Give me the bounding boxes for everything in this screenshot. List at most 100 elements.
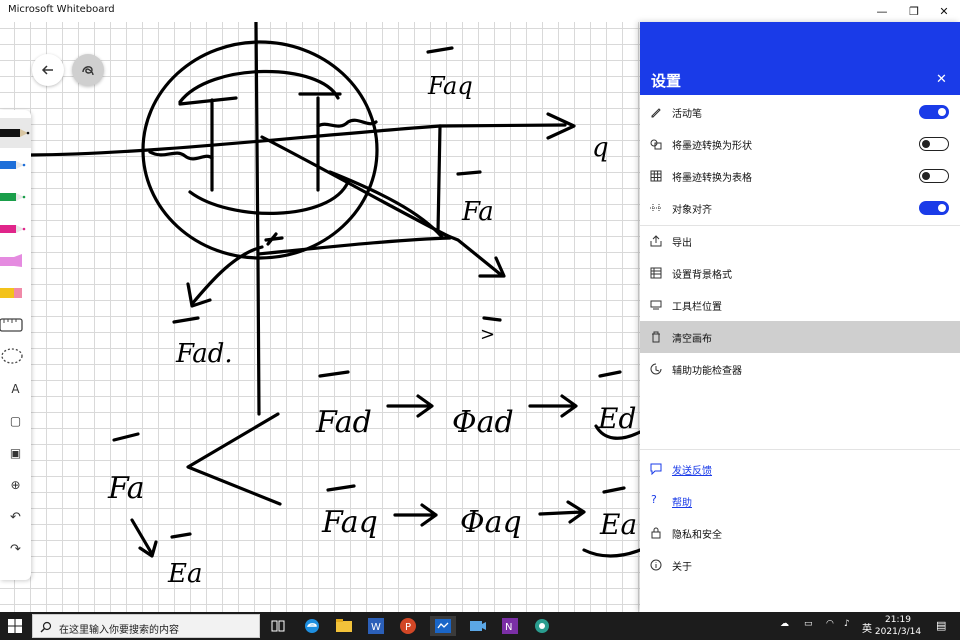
lasso-tool[interactable]	[0, 342, 31, 372]
setting-label: 将墨迹转换为形状	[672, 140, 752, 152]
onenote-app[interactable]: N	[500, 616, 520, 636]
undo-tool[interactable]: ↶	[0, 502, 31, 532]
maximize-button[interactable]: ❐	[898, 0, 930, 22]
ink-small-center	[264, 232, 284, 246]
ink-overbar-4	[326, 484, 356, 492]
capture-app[interactable]	[532, 616, 552, 636]
ink-vertical-axis	[254, 22, 261, 416]
network-tray-icon[interactable]: ▭	[804, 619, 813, 629]
black-pen-tool[interactable]	[0, 118, 31, 148]
clock-time: 21:19	[885, 615, 911, 625]
setting-clear-canvas[interactable]: 清空画布	[640, 321, 960, 353]
word-app[interactable]: W	[366, 616, 386, 636]
ink-to-table-toggle[interactable]	[919, 169, 949, 183]
settings-header: 设置 ✕	[640, 22, 960, 95]
ink-overbar-9	[602, 486, 626, 494]
pink-pen-tool[interactable]	[0, 214, 31, 244]
notification-center-icon[interactable]: ▤	[936, 619, 946, 632]
image-tool[interactable]: ▣	[0, 438, 31, 468]
back-arrow-icon	[41, 65, 53, 75]
volume-tray-icon[interactable]: ♪	[844, 619, 850, 629]
settings-panel: 设置 ✕ 活动笔 将墨迹转换为形状 将墨迹转换为表格 对象对齐 导出 设置背景格…	[640, 22, 960, 612]
setting-feedback[interactable]: 发送反馈	[640, 453, 960, 485]
highlighter-tool[interactable]	[0, 246, 31, 276]
ink-label-faq2: Faq	[321, 505, 378, 540]
clock-date: 2021/3/14	[874, 627, 922, 637]
text-tool[interactable]: A	[0, 374, 31, 404]
setting-snap[interactable]: 对象对齐	[640, 192, 960, 224]
setting-label: 对象对齐	[672, 204, 712, 216]
setting-active-pen[interactable]: 活动笔	[640, 96, 960, 128]
taskbar-search-box[interactable]: 在这里输入你要搜索的内容	[32, 614, 260, 638]
powerpoint-icon: P	[400, 618, 416, 634]
taskbar: 在这里输入你要搜索的内容 W P N ☁ ▭ ◠ ♪ 英 21:19 2021/…	[0, 612, 960, 640]
whiteboard-canvas[interactable]: Faq Fa Fad. q Fad Φad Ed Fa Faq Φaq Ea E…	[0, 22, 640, 612]
help-link[interactable]: 帮助	[672, 494, 692, 509]
input-language[interactable]: 英	[862, 620, 872, 635]
back-button[interactable]	[32, 54, 64, 86]
sticky-note-tool[interactable]: ▢	[0, 406, 31, 436]
snap-toggle[interactable]	[919, 201, 949, 215]
ink-label-fa: Fa	[461, 197, 494, 227]
lasso-icon	[1, 348, 23, 364]
feedback-link[interactable]: 发送反馈	[672, 462, 712, 477]
setting-ink-to-shape[interactable]: 将墨迹转换为形状	[640, 128, 960, 160]
window-title: Microsoft Whiteboard	[8, 4, 115, 15]
setting-export[interactable]: 导出	[640, 225, 960, 257]
cloud-tray-icon[interactable]: ☁	[780, 619, 789, 629]
whiteboard-app[interactable]	[430, 616, 456, 636]
ink-rotor-bottom	[188, 180, 350, 215]
ink-to-shape-toggle[interactable]	[919, 137, 949, 151]
settings-close-button[interactable]: ✕	[936, 72, 947, 87]
file-explorer-app[interactable]	[334, 616, 354, 636]
setting-about[interactable]: 关于	[640, 549, 960, 581]
green-pen-tool[interactable]	[0, 182, 31, 212]
ink-tools-button[interactable]	[72, 54, 104, 86]
ink-label-q: q	[592, 133, 609, 163]
ink-overbar-8	[598, 370, 622, 378]
close-button[interactable]: ✕	[928, 0, 960, 22]
edge-app[interactable]	[302, 616, 322, 636]
eraser-tool[interactable]	[0, 278, 31, 308]
setting-toolbar-position[interactable]: 工具栏位置	[640, 289, 960, 321]
wifi-tray-icon[interactable]: ◠	[826, 619, 834, 629]
ink-rotor-circle	[141, 40, 379, 260]
blue-pen-tool[interactable]	[0, 150, 31, 180]
feedback-icon	[650, 463, 662, 475]
add-tool[interactable]: ⊕	[0, 470, 31, 500]
taskbar-clock[interactable]: 21:19 2021/3/14	[872, 614, 924, 638]
setting-label: 工具栏位置	[672, 301, 722, 313]
ink-label-faq: Faq	[427, 72, 473, 100]
accessibility-icon	[650, 363, 662, 375]
minimize-button[interactable]: —	[866, 0, 898, 22]
setting-background[interactable]: 设置背景格式	[640, 257, 960, 289]
setting-ink-to-table[interactable]: 将墨迹转换为表格	[640, 160, 960, 192]
ink-center-to-fa	[256, 236, 452, 256]
eraser-icon	[0, 288, 22, 298]
settings-divider	[640, 449, 960, 450]
ink-fad-arrow	[190, 245, 264, 306]
ink-label-fad2: Fad	[315, 405, 372, 440]
ruler-tool[interactable]	[0, 310, 31, 340]
task-view-button[interactable]	[268, 616, 288, 636]
setting-label: 关于	[672, 561, 692, 573]
video-app[interactable]	[468, 616, 488, 636]
windows-start-icon[interactable]	[8, 619, 22, 633]
ink-scribble-icon	[82, 66, 94, 76]
setting-help[interactable]: ? 帮助	[640, 485, 960, 517]
setting-accessibility[interactable]: 辅助功能检查器	[640, 353, 960, 385]
snap-icon	[650, 204, 662, 212]
pink-pen-icon	[0, 225, 26, 233]
highlighter-icon	[0, 254, 22, 267]
powerpoint-app[interactable]: P	[398, 616, 418, 636]
setting-label: 清空画布	[672, 333, 712, 345]
active-pen-toggle[interactable]	[919, 105, 949, 119]
setting-label: 辅助功能检查器	[672, 365, 742, 377]
camera-icon	[535, 619, 549, 633]
setting-privacy[interactable]: 隐私和安全	[640, 517, 960, 549]
setting-label: 隐私和安全	[672, 529, 722, 541]
ink-overbar-3	[318, 370, 350, 378]
ink-fa-diagonal	[260, 135, 452, 239]
redo-tool[interactable]: ↷	[0, 534, 31, 564]
video-icon	[470, 621, 486, 631]
